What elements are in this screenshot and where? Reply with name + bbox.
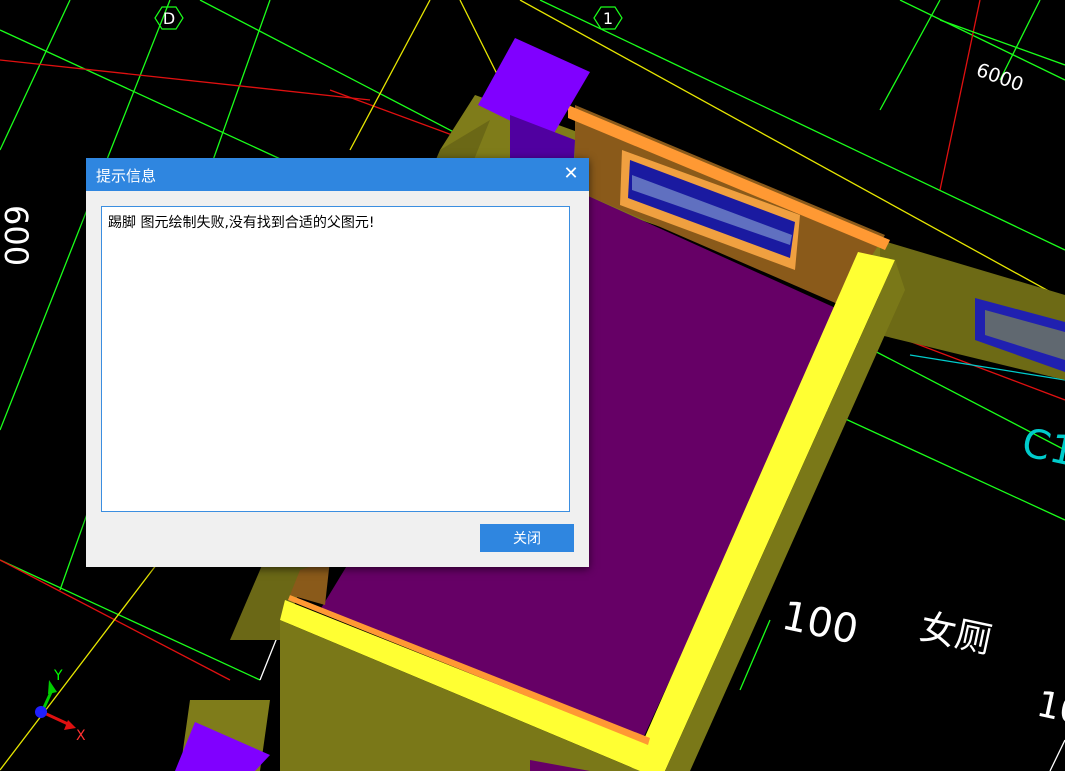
- coordinate-gizmo: Y X: [35, 668, 86, 744]
- close-button[interactable]: 关闭: [480, 524, 574, 552]
- dialog-message-box[interactable]: 踢脚 图元绘制失败,没有找到合适的父图元!: [101, 206, 570, 512]
- room-label: 女厕: [916, 607, 995, 662]
- axis-marker-d: D: [154, 6, 184, 30]
- dialog-message-text: 踢脚 图元绘制失败,没有找到合适的父图元!: [108, 215, 375, 231]
- dimension-100: 100: [778, 593, 862, 654]
- axis-marker-1: 1: [593, 6, 623, 30]
- window-tag: C1: [1018, 420, 1065, 476]
- message-dialog: 提示信息 ✕ 踢脚 图元绘制失败,没有找到合适的父图元! 关闭: [86, 158, 589, 567]
- axis-label-d: D: [163, 9, 175, 28]
- axis-label-1: 1: [603, 9, 613, 28]
- gizmo-y-label: Y: [53, 668, 63, 684]
- dimension-right-partial: 10: [1033, 684, 1065, 734]
- dimension-6000: 6000: [973, 59, 1026, 96]
- dialog-titlebar[interactable]: 提示信息 ✕: [86, 158, 589, 191]
- close-icon[interactable]: ✕: [561, 164, 581, 184]
- gizmo-x-label: X: [76, 728, 86, 744]
- dimension-left-partial: 600: [0, 205, 35, 266]
- dialog-title: 提示信息: [96, 167, 157, 185]
